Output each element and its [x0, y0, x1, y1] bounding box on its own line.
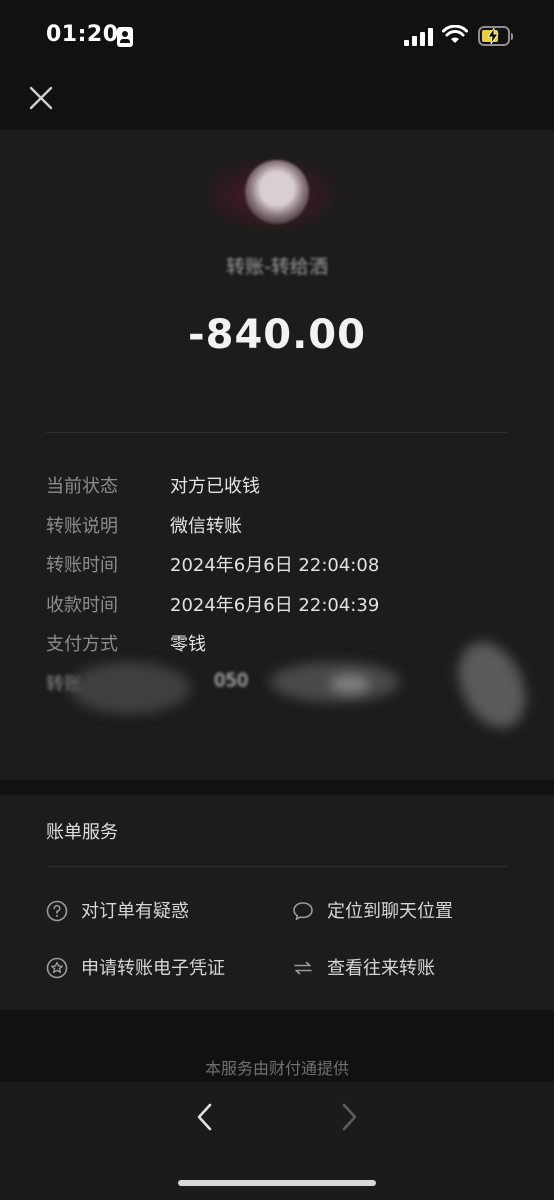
home-indicator — [178, 1180, 376, 1186]
detail-row-receive-time: 收款时间 2024年6月6日 22:04:39 — [46, 591, 516, 621]
detail-label: 收款时间 — [46, 595, 118, 616]
action-label: 对订单有疑惑 — [81, 901, 189, 922]
detail-label: 转账时间 — [46, 555, 118, 576]
detail-row-transfer-time: 转账时间 2024年6月6日 22:04:08 — [46, 551, 516, 581]
detail-value: 050 — [214, 670, 249, 691]
swap-arrows-icon — [294, 961, 312, 975]
redaction-smear — [70, 662, 190, 714]
action-label: 申请转账电子凭证 — [81, 958, 225, 979]
detail-value: 对方已收钱 — [170, 476, 260, 497]
chevron-left-icon[interactable] — [190, 1100, 220, 1134]
status-bar: 01:20 — [0, 0, 554, 70]
question-circle-icon — [46, 900, 68, 922]
bill-service-title: 账单服务 — [46, 822, 118, 843]
status-time: 01:20 — [46, 22, 119, 47]
detail-row-payment-method: 支付方式 零钱 — [46, 630, 516, 660]
detail-label: 转账说明 — [46, 516, 118, 537]
bill-service-divider — [46, 866, 508, 867]
chevron-right-icon[interactable] — [334, 1100, 364, 1134]
transfer-amount: -840.00 — [188, 312, 366, 358]
detail-label: 支付方式 — [46, 634, 118, 655]
action-label: 定位到聊天位置 — [327, 901, 453, 922]
action-label: 查看往来转账 — [327, 958, 435, 979]
redaction-smear — [330, 675, 370, 693]
close-icon[interactable] — [28, 85, 54, 111]
detail-value: 零钱 — [170, 634, 206, 655]
contact-card-icon — [117, 27, 133, 47]
battery-icon — [478, 26, 513, 46]
detail-value: 微信转账 — [170, 516, 242, 537]
detail-value: 2024年6月6日 22:04:39 — [170, 595, 380, 616]
detail-row-status: 当前状态 对方已收钱 — [46, 472, 516, 502]
chat-bubble-icon — [293, 902, 313, 921]
star-badge-icon — [46, 957, 68, 979]
cellular-signal-icon — [404, 28, 434, 46]
detail-divider — [46, 432, 508, 433]
detail-row-note: 转账说明 微信转账 — [46, 512, 516, 542]
service-provider-note: 本服务由财付通提供 — [204, 1059, 349, 1078]
payee-avatar — [245, 160, 309, 224]
wifi-icon — [442, 25, 468, 43]
payee-title: 转账-转给洒 — [226, 256, 328, 278]
detail-value: 2024年6月6日 22:04:08 — [170, 555, 380, 576]
detail-label: 当前状态 — [46, 476, 118, 497]
